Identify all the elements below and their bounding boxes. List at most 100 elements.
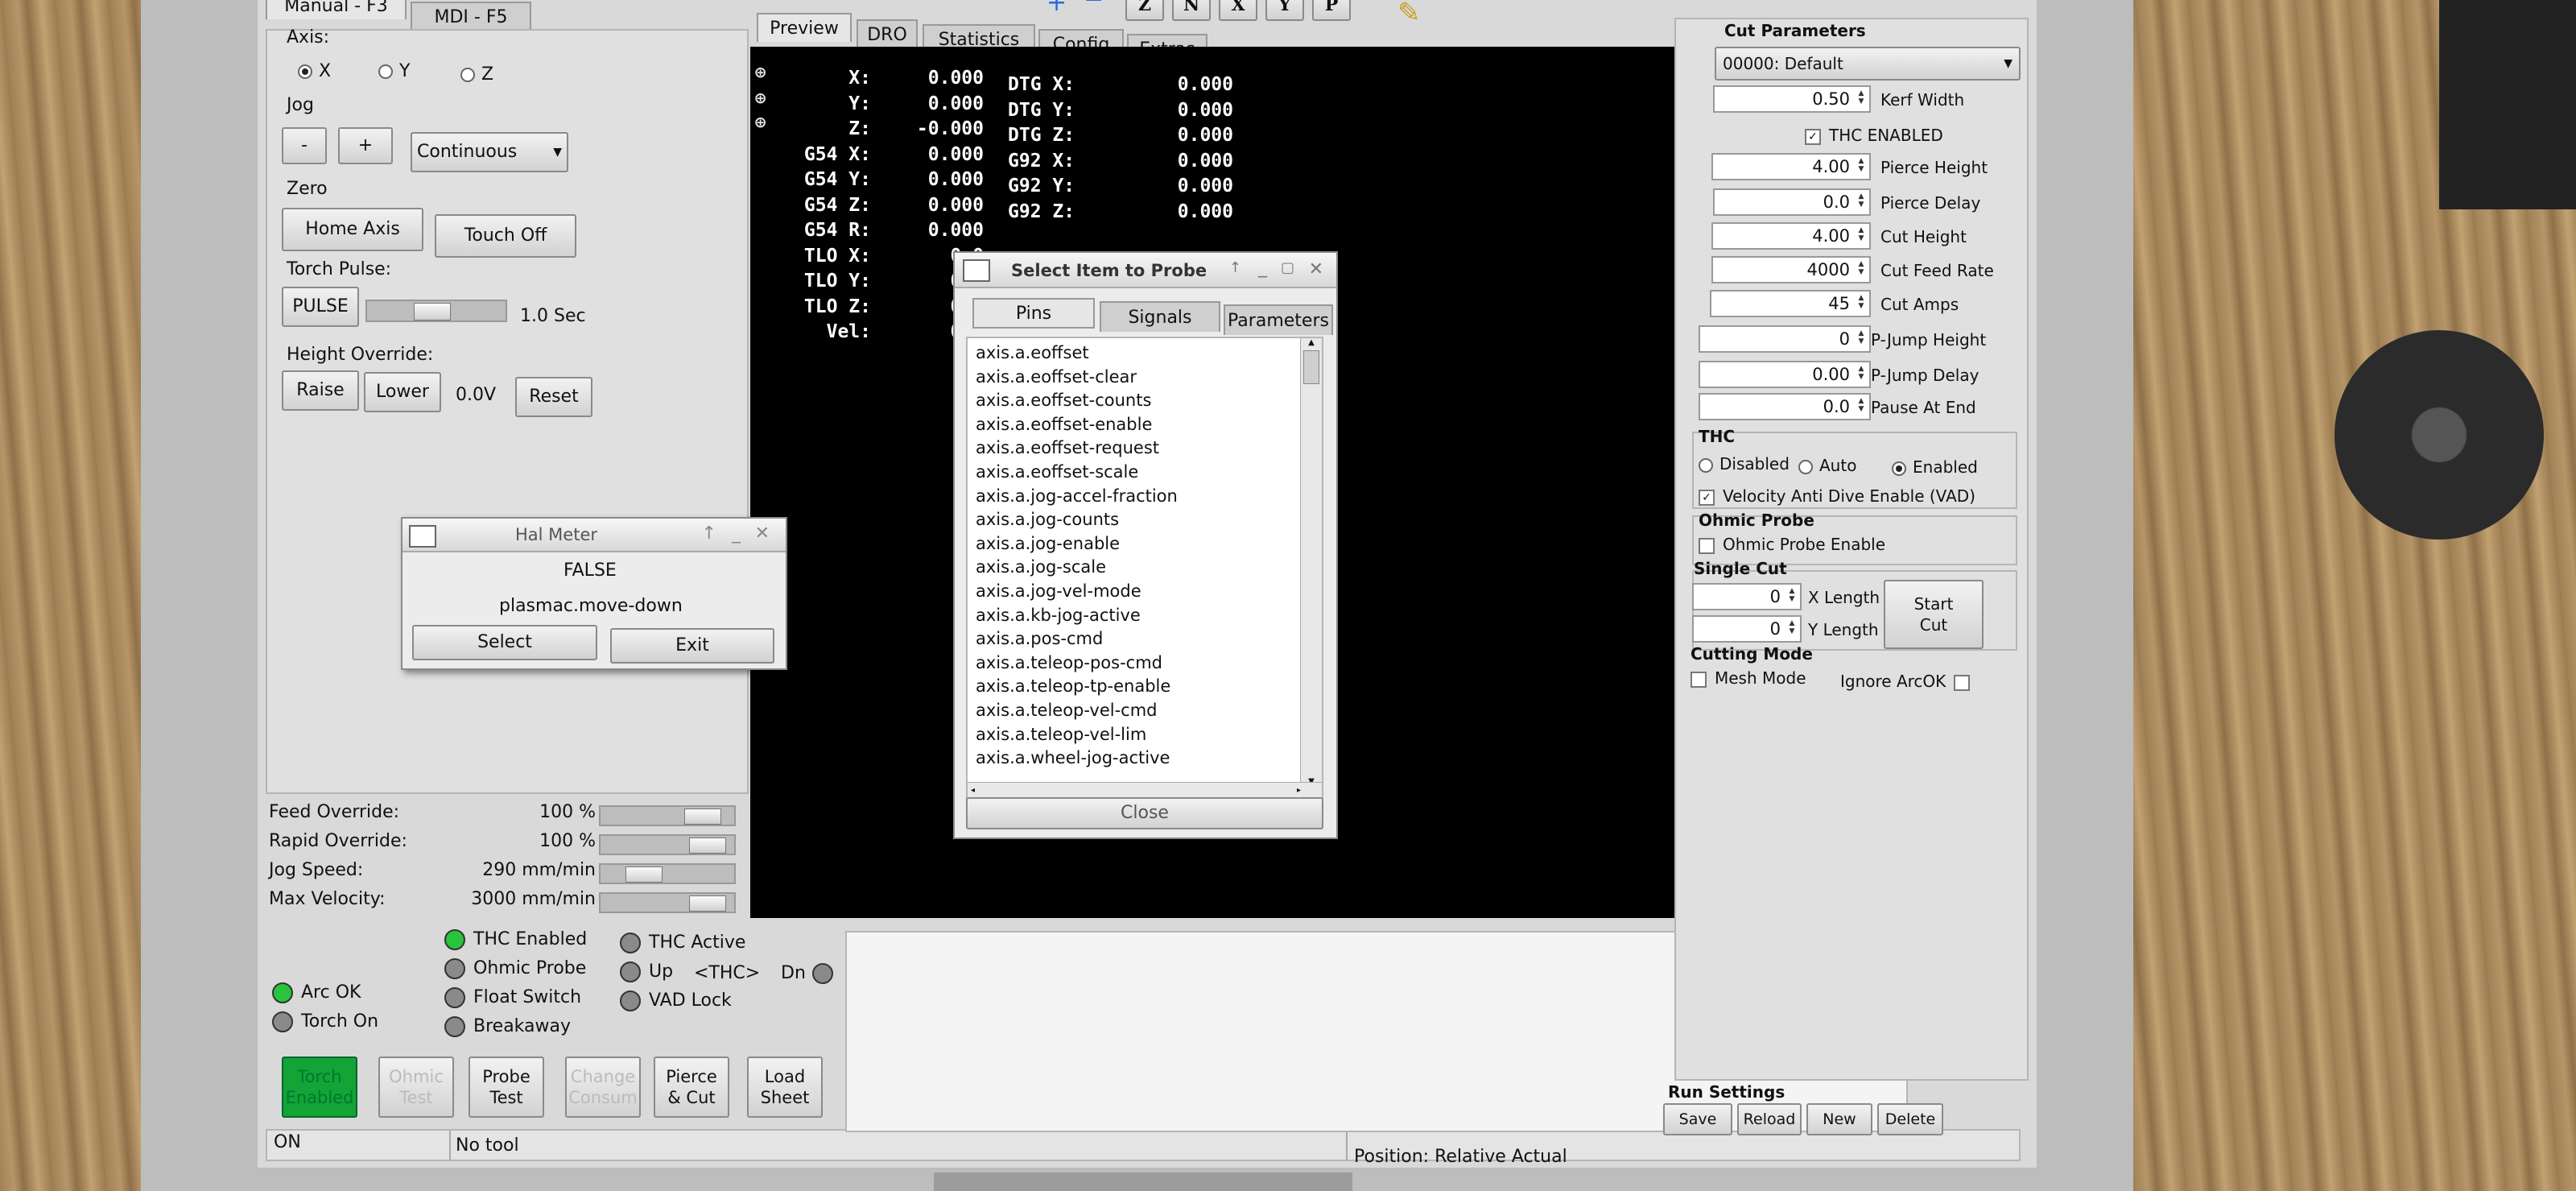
axis-radio-z[interactable]: Z: [460, 64, 493, 85]
slider-thumb[interactable]: [414, 303, 451, 320]
torch-enabled-button[interactable]: Torch Enabled: [282, 1057, 357, 1118]
change-consumable-button[interactable]: Change Consum: [565, 1057, 641, 1118]
minimize-icon[interactable]: _: [1258, 258, 1267, 278]
view-n-button[interactable]: N: [1172, 0, 1211, 21]
y-length-spinner[interactable]: 0: [1692, 615, 1802, 643]
param-spinner[interactable]: 4000: [1711, 256, 1871, 283]
scrollbar-thumb[interactable]: [1303, 350, 1319, 384]
tab-parameters[interactable]: Parameters: [1224, 304, 1333, 335]
slider-thumb[interactable]: [689, 837, 726, 854]
thc-radio-auto[interactable]: Auto: [1798, 456, 1856, 475]
mesh-mode-checkbox[interactable]: Mesh Mode: [1690, 668, 1806, 688]
jog-plus-button[interactable]: +: [338, 127, 393, 164]
list-item[interactable]: axis.a.eoffset-clear: [976, 367, 1137, 387]
touch-off-button[interactable]: Touch Off: [435, 214, 576, 258]
list-item[interactable]: axis.a.jog-enable: [976, 534, 1120, 553]
list-item[interactable]: axis.a.eoffset-counts: [976, 391, 1151, 410]
probe-test-button[interactable]: Probe Test: [469, 1057, 544, 1118]
scroll-right-icon[interactable]: ▸: [1297, 786, 1301, 795]
tab-pins[interactable]: Pins: [972, 298, 1095, 329]
window-up-icon[interactable]: ↑: [702, 523, 716, 544]
lower-button[interactable]: Lower: [364, 372, 441, 412]
thc-radio-disabled[interactable]: Disabled: [1699, 454, 1790, 474]
jog-mode-select[interactable]: Continuous ▼: [411, 132, 568, 172]
slider-thumb[interactable]: [689, 895, 726, 912]
view-x-button[interactable]: X: [1219, 0, 1257, 21]
override-slider[interactable]: [599, 863, 736, 884]
reload-settings-button[interactable]: Reload: [1737, 1103, 1802, 1135]
view-y-button[interactable]: Y: [1265, 0, 1304, 21]
material-select[interactable]: 00000: Default ▼: [1715, 47, 2021, 81]
probe-titlebar[interactable]: Select Item to Probe ↑ _ ▢ ✕: [955, 253, 1336, 288]
param-spinner[interactable]: 0: [1699, 325, 1871, 353]
x-length-spinner[interactable]: 0: [1692, 583, 1802, 610]
thc-radio-enabled[interactable]: Enabled: [1892, 457, 1978, 477]
start-cut-button[interactable]: Start Cut: [1884, 580, 1984, 649]
thc-enabled-checkbox[interactable]: ✓ THC ENABLED: [1805, 126, 1943, 145]
window-up-icon[interactable]: ↑: [1229, 259, 1241, 276]
save-settings-button[interactable]: Save: [1663, 1103, 1732, 1135]
list-item[interactable]: axis.a.jog-scale: [976, 557, 1106, 577]
maximize-icon[interactable]: ▢: [1281, 259, 1294, 276]
new-settings-button[interactable]: New: [1806, 1103, 1872, 1135]
param-spinner[interactable]: 4.00: [1711, 153, 1871, 180]
list-item[interactable]: axis.a.eoffset-request: [976, 438, 1159, 457]
list-item[interactable]: axis.a.teleop-vel-lim: [976, 725, 1146, 744]
list-item[interactable]: axis.a.eoffset-scale: [976, 462, 1138, 482]
vad-checkbox[interactable]: ✓ Velocity Anti Dive Enable (VAD): [1699, 486, 1975, 506]
tab-signals[interactable]: Signals: [1100, 301, 1220, 332]
ohmic-enable-checkbox[interactable]: Ohmic Probe Enable: [1699, 535, 1885, 554]
list-item[interactable]: axis.a.kb-jog-active: [976, 606, 1141, 625]
list-item[interactable]: axis.a.jog-vel-mode: [976, 581, 1141, 601]
param-spinner[interactable]: 45: [1710, 290, 1871, 317]
param-spinner[interactable]: 0.50: [1713, 85, 1871, 113]
pin-list[interactable]: axis.a.eoffset axis.a.eoffset-clear axis.a…: [966, 337, 1323, 804]
hal-meter-titlebar[interactable]: Hal Meter ↑ _ ✕: [402, 519, 786, 552]
close-icon[interactable]: ✕: [1309, 259, 1323, 279]
param-spinner[interactable]: 4.00: [1711, 222, 1871, 250]
list-item[interactable]: axis.a.teleop-vel-cmd: [976, 701, 1157, 720]
list-item[interactable]: axis.a.eoffset: [976, 343, 1089, 362]
list-item[interactable]: axis.a.eoffset-enable: [976, 415, 1152, 434]
close-icon[interactable]: ✕: [755, 523, 770, 544]
pierce-cut-button[interactable]: Pierce & Cut: [654, 1057, 729, 1118]
clear-plot-icon[interactable]: ✎: [1397, 0, 1421, 29]
ohmic-test-button[interactable]: Ohmic Test: [378, 1057, 454, 1118]
tab-manual[interactable]: Manual - F3: [266, 0, 407, 19]
list-item[interactable]: axis.a.wheel-jog-active: [976, 748, 1170, 767]
toolbar-plus-icon[interactable]: +: [1046, 0, 1067, 17]
tab-preview[interactable]: Preview: [757, 13, 852, 42]
list-item[interactable]: axis.a.teleop-pos-cmd: [976, 653, 1162, 672]
param-spinner[interactable]: 0.0: [1713, 188, 1871, 216]
param-spinner[interactable]: 0.0: [1699, 393, 1871, 420]
pulse-button[interactable]: PULSE: [282, 287, 359, 327]
view-z-button[interactable]: Z: [1125, 0, 1164, 21]
toolbar-minus-icon[interactable]: −: [1084, 0, 1104, 14]
scroll-up-icon[interactable]: ▲: [1301, 338, 1322, 347]
hal-exit-button[interactable]: Exit: [610, 628, 774, 664]
list-item[interactable]: axis.a.jog-accel-fraction: [976, 486, 1178, 506]
scroll-left-icon[interactable]: ◂: [971, 786, 975, 795]
tab-dro[interactable]: DRO: [857, 19, 918, 48]
home-axis-button[interactable]: Home Axis: [282, 208, 423, 251]
list-item[interactable]: axis.a.teleop-tp-enable: [976, 676, 1170, 696]
view-p-button[interactable]: P: [1312, 0, 1351, 21]
tab-mdi[interactable]: MDI - F5: [411, 2, 531, 31]
height-reset-button[interactable]: Reset: [515, 377, 592, 417]
torch-pulse-slider[interactable]: [365, 300, 507, 322]
hal-select-button[interactable]: Select: [412, 625, 597, 660]
raise-button[interactable]: Raise: [282, 370, 359, 411]
minimize-icon[interactable]: _: [732, 523, 741, 544]
list-item[interactable]: axis.a.pos-cmd: [976, 629, 1103, 648]
vertical-scrollbar[interactable]: ▲ ▼: [1300, 338, 1322, 786]
param-spinner[interactable]: 0.00: [1699, 361, 1871, 388]
axis-radio-x[interactable]: X: [298, 61, 331, 81]
delete-settings-button[interactable]: Delete: [1877, 1103, 1943, 1135]
slider-thumb[interactable]: [684, 808, 721, 825]
override-slider[interactable]: [599, 805, 736, 826]
ignore-arcok-checkbox[interactable]: Ignore ArcOK: [1840, 672, 1971, 691]
override-slider[interactable]: [599, 892, 736, 913]
jog-minus-button[interactable]: -: [282, 127, 327, 164]
axis-radio-y[interactable]: Y: [378, 61, 410, 81]
slider-thumb[interactable]: [625, 866, 663, 883]
